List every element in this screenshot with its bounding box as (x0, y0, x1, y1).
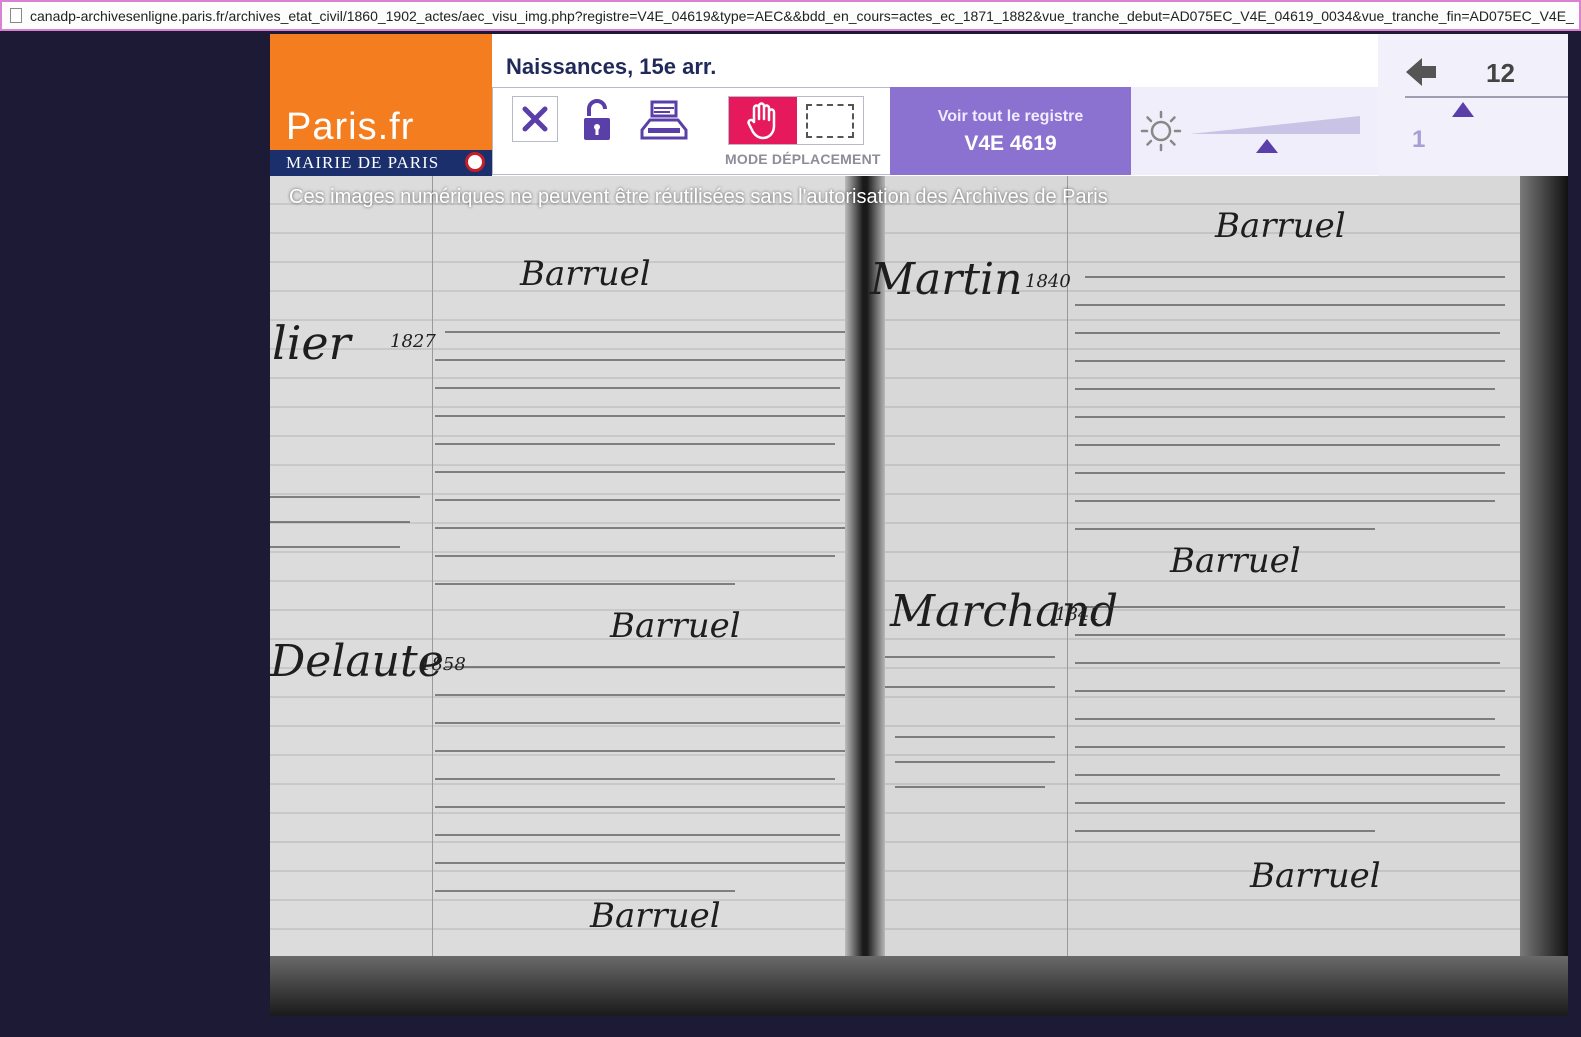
print-icon (640, 100, 688, 140)
view-register-button[interactable]: Voir tout le registre V4E 4619 (890, 87, 1131, 175)
signature-1: Barruel (520, 254, 651, 294)
margin-name-2: Delaute (270, 636, 444, 687)
arrow-left-icon (1406, 58, 1436, 86)
unlock-icon (584, 99, 610, 140)
url-bar[interactable]: canadp-archivesenligne.paris.fr/archives… (0, 0, 1581, 31)
close-button[interactable] (512, 96, 558, 142)
bottom-edge (270, 956, 1568, 1016)
selection-icon (806, 103, 854, 138)
logo-subtitle: MAIRIE DE PARIS (270, 150, 492, 176)
pan-mode-button[interactable] (729, 97, 797, 144)
margin-year-1: 1827 (390, 331, 436, 352)
margin-year-3: 1840 (1025, 271, 1071, 292)
copyright-watermark: Ces images numériques ne peuvent être ré… (289, 186, 1108, 208)
sun-icon (1140, 110, 1182, 152)
close-icon (522, 106, 548, 132)
url-text[interactable]: canadp-archivesenligne.paris.fr/archives… (30, 8, 1574, 24)
select-mode-button[interactable] (797, 97, 863, 144)
paris-logo[interactable]: Paris.fr MAIRIE DE PARIS (270, 34, 492, 176)
hand-icon (747, 101, 776, 139)
margin-name-1: lier (272, 316, 351, 370)
print-button[interactable] (640, 100, 688, 140)
page-edge (1520, 176, 1568, 1016)
paris-emblem-icon (465, 152, 485, 172)
signature-3: Barruel (590, 896, 721, 936)
first-page-number: 1 (1412, 126, 1426, 153)
previous-page-button[interactable] (1406, 58, 1436, 86)
signature-6: Barruel (1250, 856, 1381, 896)
register-title: Naissances, 15e arr. (506, 54, 717, 79)
logo-brand: Paris.fr (286, 106, 415, 148)
signature-4: Barruel (1215, 206, 1346, 246)
register-code: V4E 4619 (964, 132, 1057, 155)
register-scan-image[interactable]: lier 1827 Delaute 1858 Martin 1840 March… (270, 176, 1568, 1016)
left-background (0, 31, 270, 1037)
brightness-slider-thumb[interactable] (1256, 139, 1278, 153)
brightness-slider[interactable] (1190, 116, 1360, 136)
unlock-button[interactable] (580, 98, 614, 142)
mode-label: MODE DÉPLACEMENT (725, 151, 881, 167)
margin-year-2: 1858 (420, 654, 466, 675)
page-slider-thumb[interactable] (1452, 102, 1474, 117)
right-margin-line (1067, 176, 1068, 956)
mode-selector (728, 96, 864, 145)
left-margin-line (432, 176, 433, 956)
margin-name-3: Martin (870, 254, 1023, 305)
page-icon (10, 8, 22, 23)
signature-5: Barruel (1170, 541, 1301, 581)
view-register-label: Voir tout le registre (937, 108, 1084, 125)
signature-2: Barruel (610, 606, 741, 646)
page-slider-track[interactable] (1405, 96, 1568, 98)
current-page-number: 12 (1486, 58, 1515, 88)
